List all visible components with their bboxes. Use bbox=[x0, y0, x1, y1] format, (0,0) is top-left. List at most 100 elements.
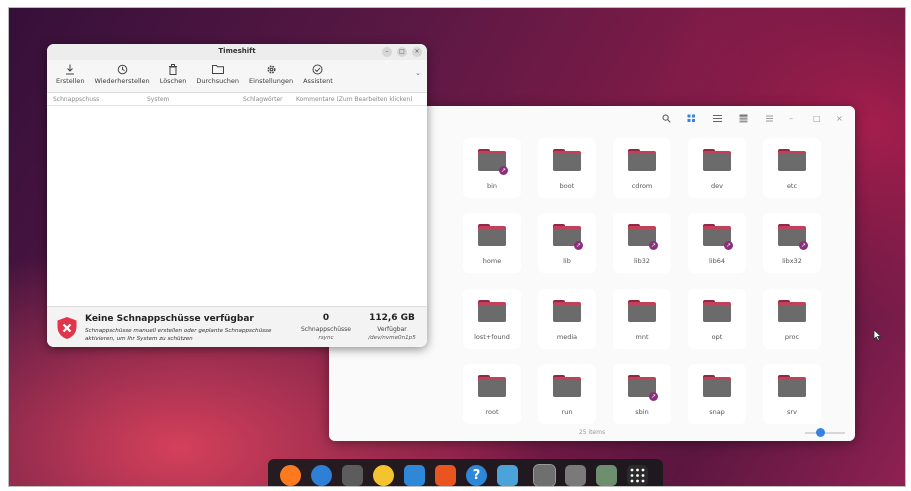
folder-item[interactable]: ↗ lib bbox=[538, 213, 596, 273]
grid-view-icon[interactable] bbox=[687, 114, 696, 126]
timeshift-window: Timeshift – □ × Erstellen Wiederherstell… bbox=[47, 44, 427, 347]
folder-item[interactable]: cdrom bbox=[613, 138, 671, 198]
column-comments[interactable]: Kommentare (Zum Bearbeiten klicken) bbox=[296, 96, 413, 103]
recycle-icon[interactable] bbox=[596, 465, 617, 486]
settings-button[interactable]: Einstellungen bbox=[244, 60, 298, 89]
delete-label: Löschen bbox=[159, 77, 187, 85]
folder-label: run bbox=[561, 408, 573, 416]
chevron-down-icon[interactable]: ⌄ bbox=[415, 69, 421, 77]
folder-label: lib64 bbox=[708, 257, 725, 265]
folder-item[interactable]: media bbox=[538, 289, 596, 349]
folder-item[interactable]: etc bbox=[763, 138, 821, 198]
minimize-icon[interactable]: – bbox=[789, 114, 793, 124]
folder-icon bbox=[553, 300, 581, 322]
list-view-icon[interactable] bbox=[713, 114, 722, 126]
folder-label: boot bbox=[559, 182, 575, 190]
column-system[interactable]: System bbox=[147, 96, 169, 103]
folder-label: lib32 bbox=[633, 257, 650, 265]
folder-item[interactable]: srv bbox=[763, 364, 821, 424]
folder-item[interactable]: proc bbox=[763, 289, 821, 349]
help-icon[interactable]: ? bbox=[466, 465, 487, 486]
firefox-icon[interactable] bbox=[280, 465, 301, 486]
zoom-slider-track[interactable] bbox=[805, 432, 845, 434]
folder-label: home bbox=[482, 257, 502, 265]
folder-item[interactable]: run bbox=[538, 364, 596, 424]
timeshift-titlebar[interactable]: Timeshift – □ × bbox=[47, 44, 427, 60]
snapshot-column-headers: Schnappschuss System Schlagwörter Kommen… bbox=[47, 93, 427, 106]
folder-item[interactable]: opt bbox=[688, 289, 746, 349]
folder-item[interactable]: dev bbox=[688, 138, 746, 198]
gear-icon bbox=[266, 63, 277, 75]
folder-icon bbox=[778, 300, 806, 322]
create-label: Erstellen bbox=[56, 77, 85, 85]
shield-error-icon bbox=[56, 316, 78, 344]
free-space-label: Verfügbar bbox=[377, 326, 407, 333]
status-hint: Schnappschüsse manuell erstellen oder ge… bbox=[85, 328, 272, 342]
folder-item[interactable]: lost+found bbox=[463, 289, 521, 349]
delete-button[interactable]: Löschen bbox=[155, 60, 192, 89]
item-count: 25 items bbox=[578, 429, 606, 436]
maximize-icon[interactable]: □ bbox=[813, 114, 821, 124]
folder-label: media bbox=[556, 333, 578, 341]
search-icon[interactable] bbox=[662, 114, 671, 126]
folder-item[interactable]: root bbox=[463, 364, 521, 424]
folder-icon bbox=[703, 300, 731, 322]
disks-icon[interactable] bbox=[565, 465, 586, 486]
folder-item[interactable]: ↗ lib32 bbox=[613, 213, 671, 273]
folder-item[interactable]: home bbox=[463, 213, 521, 273]
restore-button[interactable]: Wiederherstellen bbox=[89, 60, 154, 89]
wizard-button[interactable]: Assistent bbox=[298, 60, 338, 89]
column-snapshot[interactable]: Schnappschuss bbox=[53, 96, 99, 103]
folder-item[interactable]: ↗ bin bbox=[463, 138, 521, 198]
folder-icon bbox=[553, 149, 581, 171]
settings-label: Einstellungen bbox=[249, 77, 294, 85]
folder-label: proc bbox=[784, 333, 800, 341]
close-icon[interactable]: × bbox=[836, 114, 843, 124]
thunderbird-icon[interactable] bbox=[311, 465, 332, 486]
folder-item[interactable]: snap bbox=[688, 364, 746, 424]
app-center-icon[interactable] bbox=[435, 465, 456, 486]
maximize-icon[interactable]: □ bbox=[397, 47, 407, 57]
symlink-arrow-icon: ↗ bbox=[799, 241, 808, 250]
folder-item[interactable]: ↗ lib64 bbox=[688, 213, 746, 273]
rhythmbox-icon[interactable] bbox=[373, 465, 394, 486]
folder-item[interactable]: ↗ sbin bbox=[613, 364, 671, 424]
check-circle-icon bbox=[312, 63, 323, 75]
timeshift-icon[interactable] bbox=[533, 464, 556, 486]
create-button[interactable]: Erstellen bbox=[51, 60, 89, 89]
folder-item[interactable]: ↗ libx32 bbox=[763, 213, 821, 273]
folder-icon bbox=[478, 224, 506, 246]
folder-icon bbox=[478, 375, 506, 397]
folder-label: dev bbox=[711, 182, 723, 190]
show-apps-icon[interactable] bbox=[627, 465, 648, 486]
folder-item[interactable]: mnt bbox=[613, 289, 671, 349]
trash-icon[interactable] bbox=[497, 465, 518, 486]
minimize-icon[interactable]: – bbox=[382, 47, 392, 57]
mouse-cursor-icon bbox=[873, 326, 882, 345]
folder-label: lost+found bbox=[474, 333, 510, 341]
writer-icon[interactable] bbox=[404, 465, 425, 486]
timeshift-toolbar: Erstellen Wiederherstellen Löschen Durch… bbox=[47, 60, 427, 93]
hamburger-icon[interactable] bbox=[765, 114, 774, 126]
snapshot-count-value: 0 bbox=[322, 313, 330, 323]
snapshot-count-label: Schnappschüsse bbox=[301, 326, 351, 333]
snapshot-count: 0 Schnappschüsse rsync bbox=[299, 313, 353, 341]
files-icon[interactable] bbox=[342, 465, 363, 486]
symlink-arrow-icon: ↗ bbox=[574, 241, 583, 250]
folder-label: opt bbox=[711, 333, 723, 341]
folder-item[interactable]: boot bbox=[538, 138, 596, 198]
zoom-slider-handle[interactable] bbox=[816, 428, 825, 437]
snapshot-list[interactable] bbox=[47, 106, 427, 307]
column-tags[interactable]: Schlagwörter bbox=[243, 96, 283, 103]
folder-label: libx32 bbox=[782, 257, 802, 265]
free-space-value: 112,6 GB bbox=[369, 313, 415, 323]
folder-label: etc bbox=[786, 182, 798, 190]
browse-button[interactable]: Durchsuchen bbox=[191, 60, 244, 89]
close-icon[interactable]: × bbox=[412, 47, 422, 57]
download-icon bbox=[65, 63, 75, 75]
desktop: – □ × ↗ bin boot cdrom dev etc home ↗ lib ↗ lib32 ↗… bbox=[8, 7, 906, 487]
folder-label: bin bbox=[486, 182, 498, 190]
window-title: Timeshift bbox=[218, 47, 256, 55]
dock: ? bbox=[268, 459, 663, 486]
menu-icon[interactable] bbox=[739, 114, 748, 126]
